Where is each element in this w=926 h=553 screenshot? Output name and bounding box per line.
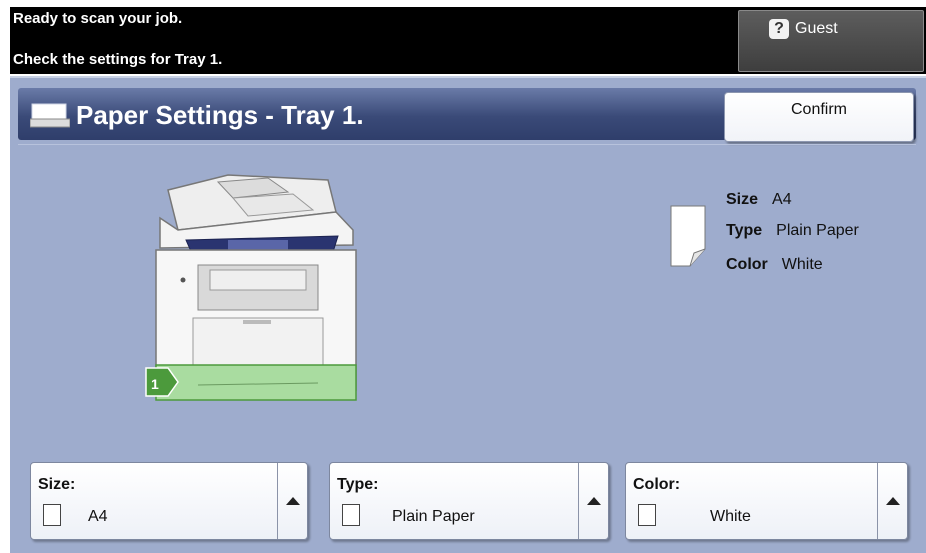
paper-sheet-icon xyxy=(670,205,706,267)
guest-user-button[interactable]: ? Guest xyxy=(738,10,924,72)
status-bar: Ready to scan your job. Check the settin… xyxy=(10,7,926,74)
page-title: Paper Settings - Tray 1. xyxy=(76,100,364,130)
type-up-button[interactable] xyxy=(578,463,608,539)
divider xyxy=(18,144,916,145)
summary-type-key: Type xyxy=(726,222,763,239)
size-selector[interactable]: Size: A4 xyxy=(30,462,308,540)
status-message-line-1: Ready to scan your job. xyxy=(13,10,183,27)
summary-type-value: Plain Paper xyxy=(776,222,859,239)
type-value: Plain Paper xyxy=(392,508,475,525)
color-selector[interactable]: Color: White xyxy=(625,462,908,540)
size-up-button[interactable] xyxy=(277,463,307,539)
printer-illustration: 1 xyxy=(145,174,357,401)
size-label: Size: xyxy=(38,476,76,493)
summary-color-value: White xyxy=(781,256,823,273)
main-panel: Paper Settings - Tray 1. Confirm 1 Size … xyxy=(10,76,926,553)
color-label: Color: xyxy=(633,476,681,493)
confirm-button[interactable]: Confirm xyxy=(724,92,914,142)
size-value: A4 xyxy=(88,508,108,525)
type-label: Type: xyxy=(337,476,379,493)
paper-tray-icon xyxy=(30,103,70,128)
summary-size-key: Size xyxy=(726,191,759,208)
arrow-up-icon xyxy=(285,497,300,505)
color-swatch-icon xyxy=(638,504,656,526)
help-icon: ? xyxy=(769,19,789,39)
color-value: White xyxy=(710,508,751,525)
arrow-up-icon xyxy=(586,497,601,505)
type-swatch-icon xyxy=(342,504,360,526)
summary-color-key: Color xyxy=(726,256,768,273)
status-message-line-2: Check the settings for Tray 1. xyxy=(13,51,223,68)
summary-color: Color White xyxy=(726,256,823,274)
tray-number-label: 1 xyxy=(151,376,159,392)
guest-label: Guest xyxy=(795,20,838,37)
summary-type: Type Plain Paper xyxy=(726,222,859,240)
color-up-button[interactable] xyxy=(877,463,907,539)
summary-size: Size A4 xyxy=(726,191,792,209)
type-selector[interactable]: Type: Plain Paper xyxy=(329,462,609,540)
size-swatch-icon xyxy=(43,504,61,526)
summary-size-value: A4 xyxy=(772,191,792,208)
arrow-up-icon xyxy=(885,497,900,505)
